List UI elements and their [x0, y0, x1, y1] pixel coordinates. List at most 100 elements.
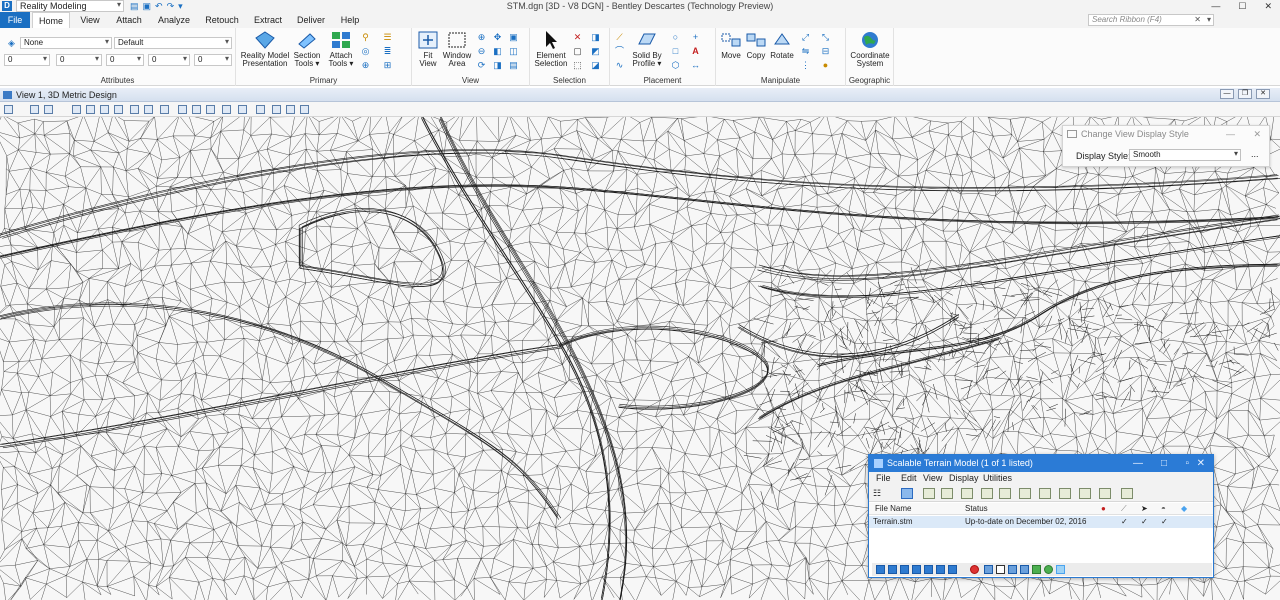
- delete-icon[interactable]: ✕: [572, 32, 583, 42]
- row-check-3[interactable]: ✓: [1161, 516, 1168, 528]
- stretch-icon[interactable]: ⤡: [820, 32, 831, 42]
- place-curve-icon[interactable]: ∿: [614, 60, 625, 70]
- clip-mask-icon[interactable]: [238, 105, 247, 114]
- stm-menu-display[interactable]: Display: [949, 472, 979, 485]
- selection-tool-icon-3[interactable]: ◪: [590, 60, 601, 70]
- column-file-name[interactable]: File Name: [875, 503, 911, 515]
- tab-extract[interactable]: Extract: [252, 12, 284, 28]
- search-ribbon-input[interactable]: Search Ribbon (F4) ✕ ▾: [1088, 14, 1214, 26]
- terrain-tool-icon-4[interactable]: [1079, 488, 1091, 499]
- fit-view-button[interactable]: Fit View: [414, 30, 442, 68]
- terrain-tool-icon-2[interactable]: [1039, 488, 1051, 499]
- app-logo-icon[interactable]: D: [2, 1, 12, 11]
- weight-dropdown[interactable]: 0: [56, 54, 102, 66]
- status-step-icon-4[interactable]: [912, 565, 921, 574]
- priority-dropdown[interactable]: 0: [194, 54, 232, 66]
- clip-volume-icon[interactable]: [222, 105, 231, 114]
- zoom-out-view-icon[interactable]: [100, 105, 109, 114]
- display-style-dropdown[interactable]: Smooth: [1129, 149, 1241, 161]
- status-tool-icon-1[interactable]: [984, 565, 993, 574]
- selection-tool-icon-2[interactable]: ◩: [590, 46, 601, 56]
- align-icon[interactable]: ⊟: [820, 46, 831, 56]
- status-step-icon-7[interactable]: [948, 565, 957, 574]
- primary-tool-icon-1[interactable]: ⚲: [360, 32, 371, 42]
- view-minimize-button[interactable]: —: [1220, 89, 1234, 99]
- status-tool-icon-6[interactable]: [1056, 565, 1065, 574]
- stm-menu-view[interactable]: View: [923, 472, 942, 485]
- open-stm-icon[interactable]: [923, 488, 935, 499]
- clear-search-icon[interactable]: ✕: [1194, 15, 1201, 25]
- row-check-1[interactable]: ✓: [1121, 516, 1128, 528]
- zoom-in-icon[interactable]: ⊕: [476, 32, 487, 42]
- element-selection-button[interactable]: Element Selection: [532, 30, 570, 68]
- view-previous-view-icon[interactable]: [178, 105, 187, 114]
- stm-menu-edit[interactable]: Edit: [901, 472, 917, 485]
- status-step-icon-5[interactable]: [924, 565, 933, 574]
- tab-attach[interactable]: Attach: [114, 12, 144, 28]
- transparency-dropdown[interactable]: 0: [148, 54, 190, 66]
- maximize-button[interactable]: ☐: [1238, 0, 1246, 12]
- zoom-in-view-icon[interactable]: [86, 105, 95, 114]
- array-icon[interactable]: ⋮: [800, 60, 811, 70]
- view-cube-icon[interactable]: ▣: [508, 32, 519, 42]
- place-block-icon[interactable]: □: [670, 46, 681, 56]
- status-error-icon[interactable]: [970, 565, 979, 574]
- rotate-button[interactable]: Rotate: [768, 30, 796, 60]
- camera-icon[interactable]: [256, 105, 265, 114]
- scale-icon[interactable]: ⤢: [800, 32, 811, 42]
- view-attributes-icon[interactable]: ◫: [508, 46, 519, 56]
- view-settings-icon[interactable]: [44, 105, 53, 114]
- tab-help[interactable]: Help: [338, 12, 362, 28]
- stm-close-button[interactable]: ✕: [1197, 455, 1205, 472]
- place-text-icon[interactable]: A: [690, 46, 701, 56]
- pan-view-view-icon[interactable]: [160, 105, 169, 114]
- close-button[interactable]: ✕: [1264, 0, 1272, 12]
- search-dropdown-icon[interactable]: ▾: [1207, 15, 1211, 25]
- zoom-out-icon[interactable]: ⊖: [476, 46, 487, 56]
- pan-view-icon[interactable]: ✥: [492, 32, 503, 42]
- tab-home[interactable]: Home: [32, 12, 70, 28]
- tab-analyze[interactable]: Analyze: [156, 12, 192, 28]
- status-step-icon-2[interactable]: [888, 565, 897, 574]
- display-style-more-button[interactable]: ...: [1251, 149, 1259, 159]
- workflow-dropdown[interactable]: Reality Modeling: [16, 0, 124, 12]
- tab-retouch[interactable]: Retouch: [204, 12, 240, 28]
- qat-more-icon[interactable]: ▾: [178, 0, 183, 12]
- color-dropdown[interactable]: 0: [4, 54, 50, 66]
- change-attributes-icon[interactable]: ●: [820, 60, 831, 70]
- place-polygon-icon[interactable]: ⬡: [670, 60, 681, 70]
- primary-tool-icon-6[interactable]: ⊞: [382, 60, 393, 70]
- place-circle-icon[interactable]: ○: [670, 32, 681, 42]
- status-step-icon-3[interactable]: [900, 565, 909, 574]
- move-button[interactable]: Move: [718, 30, 744, 60]
- grid-icon[interactable]: [1121, 488, 1133, 499]
- mirror-icon[interactable]: ⇋: [800, 46, 811, 56]
- column-status[interactable]: Status: [965, 503, 988, 515]
- status-step-icon-6[interactable]: [936, 565, 945, 574]
- terrain-tool-icon-5[interactable]: [1099, 488, 1111, 499]
- undo-icon[interactable]: ↶: [155, 0, 163, 12]
- place-dimension-icon[interactable]: ↔: [690, 60, 701, 70]
- delete-stm-icon[interactable]: [941, 488, 953, 499]
- coordinate-system-button[interactable]: Coordinate System: [848, 30, 892, 68]
- level-dropdown[interactable]: None: [20, 37, 112, 49]
- status-step-icon-1[interactable]: [876, 565, 885, 574]
- status-tool-icon-3[interactable]: [1020, 565, 1029, 574]
- display-style-icon[interactable]: [30, 105, 39, 114]
- update-view-icon[interactable]: [72, 105, 81, 114]
- view-restore-button[interactable]: ❐: [1238, 89, 1252, 99]
- minimize-button[interactable]: —: [1211, 0, 1220, 12]
- place-line-icon[interactable]: ⟋: [614, 32, 625, 42]
- export-stm-icon[interactable]: [961, 488, 973, 499]
- select-box-icon[interactable]: ▢: [572, 46, 583, 56]
- fit-view-view-icon[interactable]: [130, 105, 139, 114]
- tab-view[interactable]: View: [76, 12, 104, 28]
- terrain-tool-icon-1[interactable]: [1019, 488, 1031, 499]
- open-icon[interactable]: ▤: [130, 0, 139, 12]
- place-point-icon[interactable]: +: [690, 32, 701, 42]
- solid-by-profile-button[interactable]: Solid By Profile ▾: [628, 30, 666, 68]
- primary-tool-icon-3[interactable]: ⊕: [360, 60, 371, 70]
- copy-view-icon[interactable]: [206, 105, 215, 114]
- style-dropdown[interactable]: Default: [114, 37, 232, 49]
- attach-tools-button[interactable]: Attach Tools ▾: [326, 30, 356, 68]
